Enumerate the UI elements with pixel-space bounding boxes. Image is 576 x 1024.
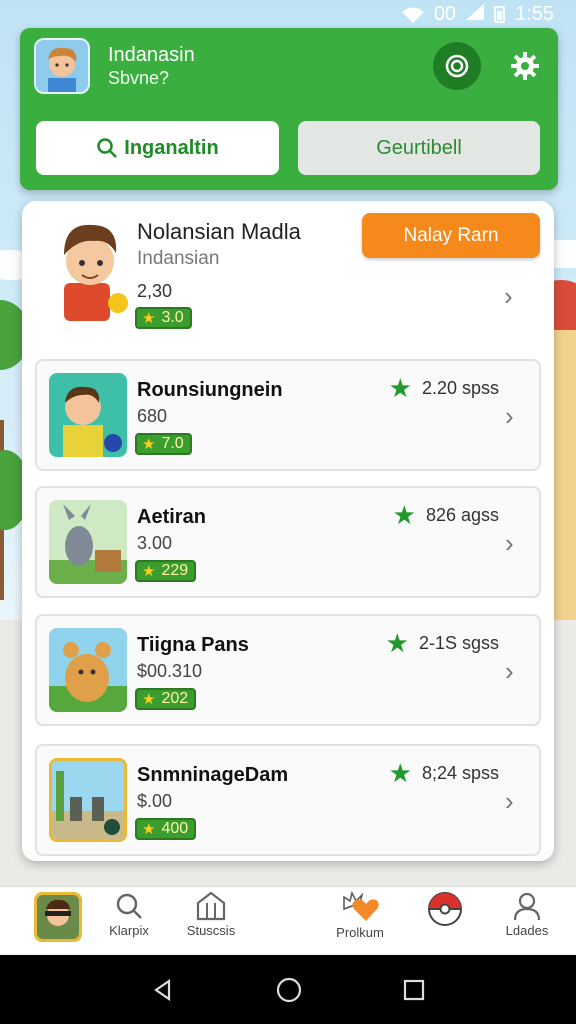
item-rating-text: 8;24 spss <box>421 762 499 783</box>
featured-item[interactable]: Nolansian Madla Indansian 2,30 ★ 3.0 Nal… <box>22 201 554 351</box>
item-score: 229 <box>161 562 189 579</box>
chevron-right-icon[interactable]: › <box>505 656 514 687</box>
signal-text: 00 <box>433 2 457 25</box>
wifi-icon <box>401 6 424 23</box>
store-icon <box>196 891 226 921</box>
green-star-icon: ★ <box>388 373 412 403</box>
item-rating: ★ 2.20 spss <box>388 373 499 403</box>
chevron-right-icon[interactable]: › <box>505 528 514 559</box>
item-score-badge: ★ 7.0 <box>135 433 192 455</box>
item-title: Tiigna Pans <box>137 634 249 656</box>
header-subtitle: Sbvne? <box>108 68 170 88</box>
chevron-right-icon[interactable]: › <box>505 786 514 817</box>
item-rating: ★ 8;24 spss <box>388 758 499 788</box>
item-rating-text: 2.20 spss <box>421 377 499 398</box>
settings-button[interactable] <box>505 46 545 86</box>
star-icon: ★ <box>142 436 156 453</box>
system-nav-bar <box>0 955 576 1024</box>
item-rating: ★ 2-1S sgss <box>385 628 499 658</box>
item-thumbnail <box>49 628 127 712</box>
item-score-badge: ★ 229 <box>135 560 197 582</box>
nav-collection[interactable] <box>410 891 480 953</box>
item-rating: ★ 826 agss <box>392 500 499 530</box>
nav-label: Ldades <box>505 923 549 938</box>
nav-label: Klarpix <box>109 923 149 938</box>
green-star-icon: ★ <box>388 758 412 788</box>
header-title: Indanasin <box>108 44 195 66</box>
nav-label: Stuscsis <box>186 923 236 938</box>
list-item[interactable]: SnmninageDam $.00 ★ 400 ★ 8;24 spss › <box>35 744 541 856</box>
featured-action-button[interactable]: Nalay Rarn <box>362 213 540 258</box>
green-star-icon: ★ <box>392 500 416 530</box>
item-title: Aetiran <box>137 506 206 528</box>
list-item[interactable]: Aetiran 3.00 ★ 229 ★ 826 agss › <box>35 486 541 598</box>
gear-icon <box>511 52 539 80</box>
item-price: $.00 <box>137 791 173 811</box>
nav-store[interactable]: Stuscsis <box>176 891 246 953</box>
battery-icon <box>494 5 506 23</box>
signal-icon <box>466 3 485 26</box>
item-thumbnail <box>49 758 127 842</box>
green-star-icon: ★ <box>385 628 409 658</box>
star-icon: ★ <box>142 821 156 838</box>
item-thumbnail <box>49 373 127 457</box>
nav-label: Prolkum <box>336 925 384 940</box>
star-icon: ★ <box>142 310 156 327</box>
list-item[interactable]: Tiigna Pans $00.310 ★ 202 ★ 2-1S sgss › <box>35 614 541 726</box>
tab-search-label: Inganaltin <box>124 136 219 159</box>
featured-score-badge: ★ 3.0 <box>135 307 192 329</box>
recents-icon[interactable] <box>403 979 425 1001</box>
featured-value: 2,30 <box>137 281 173 301</box>
user-avatar[interactable] <box>34 38 90 94</box>
featured-avatar <box>44 213 136 323</box>
item-thumbnail <box>49 500 127 584</box>
search-icon <box>116 893 142 919</box>
star-icon: ★ <box>142 563 156 580</box>
tab-secondary-label: Geurtibell <box>376 136 462 159</box>
user-icon <box>513 892 541 921</box>
profile-avatar <box>34 892 82 942</box>
pokeball-icon <box>428 892 462 926</box>
featured-subtitle: Indansian <box>137 248 220 269</box>
featured-title: Nolansian Madla <box>137 219 301 244</box>
item-title: SnmninageDam <box>137 764 289 786</box>
item-price: 3.00 <box>137 533 173 553</box>
home-icon[interactable] <box>276 977 302 1003</box>
chevron-right-icon[interactable]: › <box>505 401 514 432</box>
spiral-icon <box>445 54 469 78</box>
chevron-right-icon[interactable]: › <box>504 281 513 312</box>
item-rating-text: 2-1S sgss <box>418 632 499 653</box>
bottom-nav: Klarpix Stuscsis Prolkum Ldades <box>0 886 576 954</box>
item-price: 680 <box>137 406 168 426</box>
list-item[interactable]: Rounsiungnein 680 ★ 7.0 ★ 2.20 spss › <box>35 359 541 471</box>
item-score-badge: ★ 400 <box>135 818 197 840</box>
nav-search[interactable]: Klarpix <box>94 891 164 953</box>
nav-profile-user[interactable]: Ldades <box>492 891 562 953</box>
item-title: Rounsiungnein <box>137 379 283 401</box>
tab-secondary[interactable]: Geurtibell <box>298 121 540 175</box>
item-price: $00.310 <box>137 661 203 681</box>
item-rating-text: 826 agss <box>425 504 499 525</box>
app-header: Indanasin Sbvne? Inganaltin Geurtibell <box>20 28 558 190</box>
item-list-card: Nolansian Madla Indansian 2,30 ★ 3.0 Nal… <box>22 201 554 861</box>
spiral-button[interactable] <box>433 42 481 90</box>
featured-score: 3.0 <box>161 309 184 326</box>
item-score: 202 <box>161 690 189 707</box>
star-icon: ★ <box>142 691 156 708</box>
item-score: 7.0 <box>161 435 184 452</box>
heart-burst-icon <box>343 891 379 921</box>
clock: 1:55 <box>515 2 554 25</box>
status-bar: 00 1:55 <box>0 0 576 28</box>
back-icon[interactable] <box>151 978 175 1002</box>
item-score: 400 <box>161 820 189 837</box>
item-score-badge: ★ 202 <box>135 688 197 710</box>
nav-profile[interactable] <box>23 891 93 953</box>
tab-search[interactable]: Inganaltin <box>36 121 279 175</box>
search-icon <box>97 138 118 158</box>
nav-favorites[interactable]: Prolkum <box>325 891 395 953</box>
